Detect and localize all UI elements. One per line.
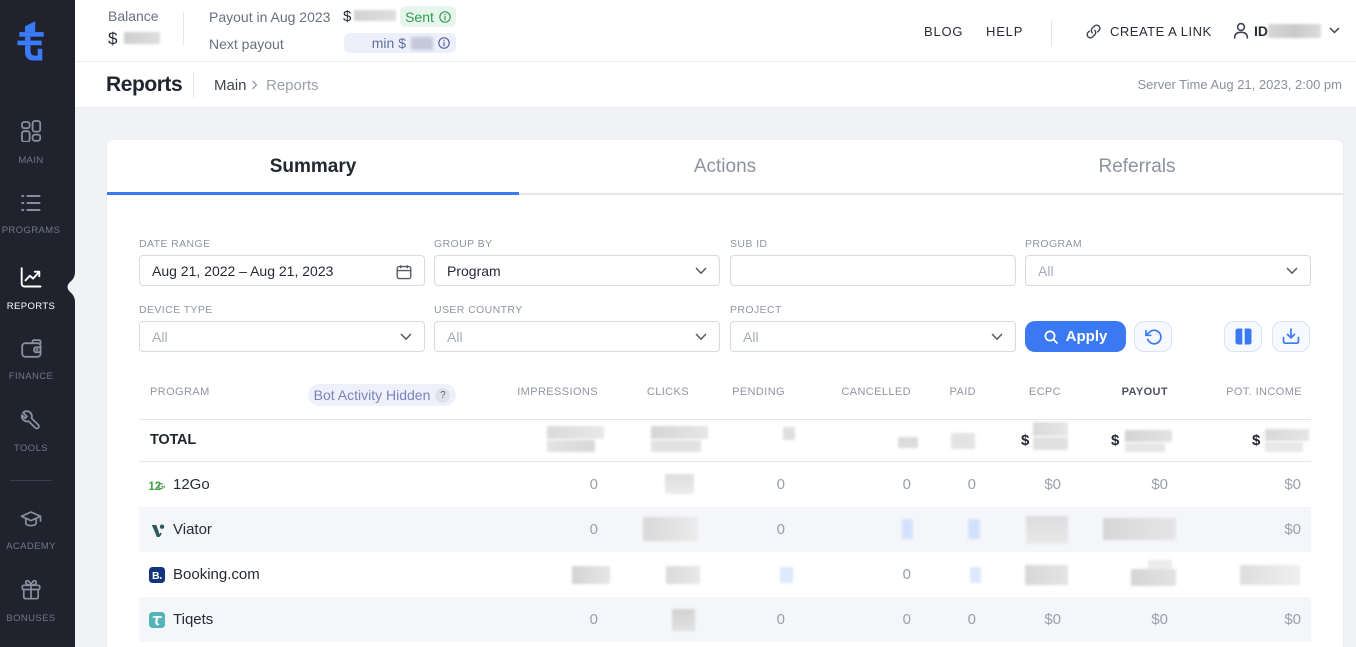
svg-text:B: B [152,570,160,582]
svg-text:Go: Go [158,481,165,490]
